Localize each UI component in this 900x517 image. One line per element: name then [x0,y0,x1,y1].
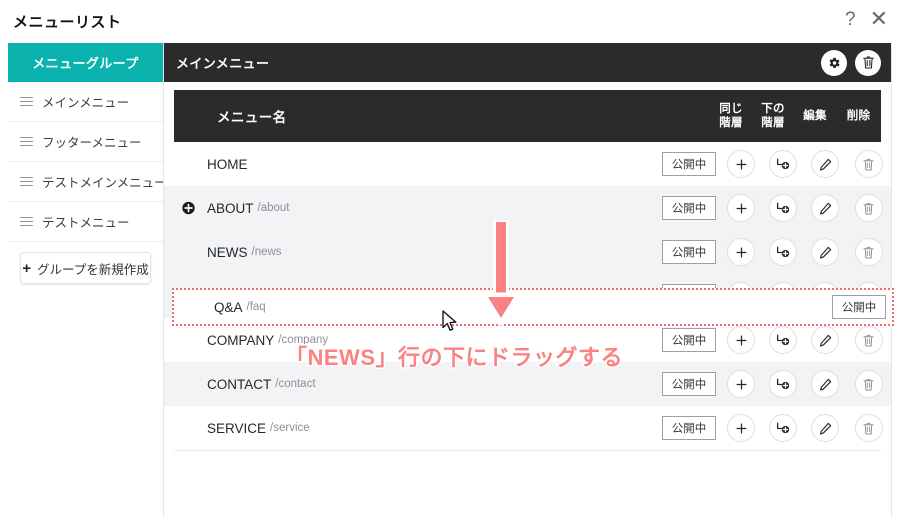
edit-button[interactable] [811,150,839,178]
dragging-row-qa[interactable]: Q&A /faq 公開中 [172,288,894,326]
column-header-edit: 編集 [803,109,827,122]
sidebar-item-label: メインメニュー [42,96,130,110]
titlebar-actions: ? ✕ [845,8,888,30]
question-mark-icon[interactable]: ? [845,10,856,29]
main-panel-title: メインメニュー [176,56,270,71]
edit-button[interactable] [811,194,839,222]
sidebar-item-main-menu[interactable]: メインメニュー [8,82,163,122]
create-new-group-button[interactable]: + グループを新規作成 [20,252,151,284]
expand-toggle-icon[interactable] [181,201,196,216]
row-label: CONTACT [207,376,272,392]
table-row[interactable]: CONTACT/contact 公開中 [164,362,891,406]
drag-handle-icon[interactable] [20,134,33,149]
delete-button[interactable] [854,414,883,442]
modal-titlebar: メニューリスト ? ✕ [0,0,900,43]
row-slug: /company [278,334,329,346]
create-new-group-label: グループを新規作成 [37,262,149,277]
drag-handle-icon[interactable] [20,94,33,109]
gear-icon[interactable] [821,49,847,76]
add-same-level-button[interactable] [727,326,755,354]
row-actions: 公開中 [658,362,891,406]
delete-button[interactable] [854,194,883,222]
add-sub-level-button[interactable] [769,238,797,266]
table-bottom-divider [174,450,881,451]
row-slug: /faq [246,301,266,313]
menu-table-header: メニュー名 同じ 階層 下の 階層 編集 削除 [174,90,881,142]
row-label: HOME [207,156,248,172]
sidebar-item-test-menu[interactable]: テストメニュー [8,202,163,242]
delete-button[interactable] [854,326,883,354]
sidebar-item-label: フッターメニュー [42,136,142,150]
edit-button[interactable] [811,414,839,442]
delete-button[interactable] [854,150,883,178]
row-actions: 公開中 [658,186,891,230]
row-actions: 公開中 [658,406,891,450]
add-sub-level-button[interactable] [769,414,797,442]
column-header-name: メニュー名 [217,110,287,125]
row-actions: 公開中 [658,230,891,274]
modal-body: メニューグループ メインメニュー フッターメニュー テストメインメニュー テスト… [0,43,900,517]
page-title: メニューリスト [13,14,122,31]
drag-handle-icon[interactable] [20,214,33,229]
edit-button[interactable] [811,370,839,398]
row-actions: 公開中 [658,142,891,186]
table-row[interactable]: SERVICE/service 公開中 [164,406,891,450]
new-group-wrapper: + グループを新規作成 [8,242,163,284]
status-badge[interactable]: 公開中 [662,328,716,352]
row-slug: /about [257,202,290,214]
sidebar-item-label: テストメインメニュー [42,176,163,190]
column-header-sub-level: 下の 階層 [761,102,785,129]
table-row[interactable]: NEWS/news 公開中 [164,230,891,274]
row-label: COMPANY [207,332,275,348]
add-sub-level-button[interactable] [769,150,797,178]
sidebar-header: メニューグループ [8,43,163,82]
add-same-level-button[interactable] [727,414,755,442]
column-header-delete: 削除 [846,109,871,122]
column-header-same-level: 同じ 階層 [719,102,743,129]
delete-button[interactable] [854,370,883,398]
row-slug: /service [270,422,310,434]
close-icon[interactable]: ✕ [870,8,888,30]
status-badge[interactable]: 公開中 [662,416,716,440]
sidebar-item-label: テストメニュー [42,216,130,230]
status-badge[interactable]: 公開中 [662,152,716,176]
add-sub-level-button[interactable] [769,194,797,222]
add-same-level-button[interactable] [727,150,755,178]
menu-group-sidebar: メニューグループ メインメニュー フッターメニュー テストメインメニュー テスト… [8,43,164,517]
main-panel-header-actions [821,43,881,82]
main-panel-header: メインメニュー [164,43,891,82]
trash-icon[interactable] [855,49,881,76]
main-panel: メインメニュー メニュー名 同じ 階層 下の 階層 編集 削除 HOME 公開中… [164,43,892,517]
status-badge[interactable]: 公開中 [662,240,716,264]
row-label: NEWS [207,244,248,260]
add-same-level-button[interactable] [727,370,755,398]
sidebar-item-footer-menu[interactable]: フッターメニュー [8,122,163,162]
status-badge[interactable]: 公開中 [662,372,716,396]
drag-handle-icon[interactable] [20,174,33,189]
column-header-actions: 同じ 階層 下の 階層 編集 削除 [648,90,881,142]
menu-table: メニュー名 同じ 階層 下の 階層 編集 削除 HOME 公開中 ABOUT /… [164,82,891,451]
status-badge[interactable]: 公開中 [662,196,716,220]
sidebar-item-test-main-menu[interactable]: テストメインメニュー [8,162,163,202]
row-label: Q&A [214,299,243,315]
delete-button[interactable] [854,238,883,266]
row-slug: /news [251,246,282,258]
row-slug: /contact [275,378,316,390]
status-badge[interactable]: 公開中 [832,295,886,319]
add-sub-level-button[interactable] [769,370,797,398]
table-row[interactable]: ABOUT/about 公開中 [164,186,891,230]
row-label: ABOUT [207,200,254,216]
add-sub-level-button[interactable] [769,326,797,354]
menu-list-modal: メニューリスト ? ✕ メニューグループ メインメニュー フッターメニュー テス… [0,0,900,517]
table-row[interactable]: HOME 公開中 [164,142,891,186]
add-same-level-button[interactable] [727,238,755,266]
row-label: SERVICE [207,420,267,436]
edit-button[interactable] [811,238,839,266]
edit-button[interactable] [811,326,839,354]
add-same-level-button[interactable] [727,194,755,222]
plus-icon: + [22,259,31,277]
